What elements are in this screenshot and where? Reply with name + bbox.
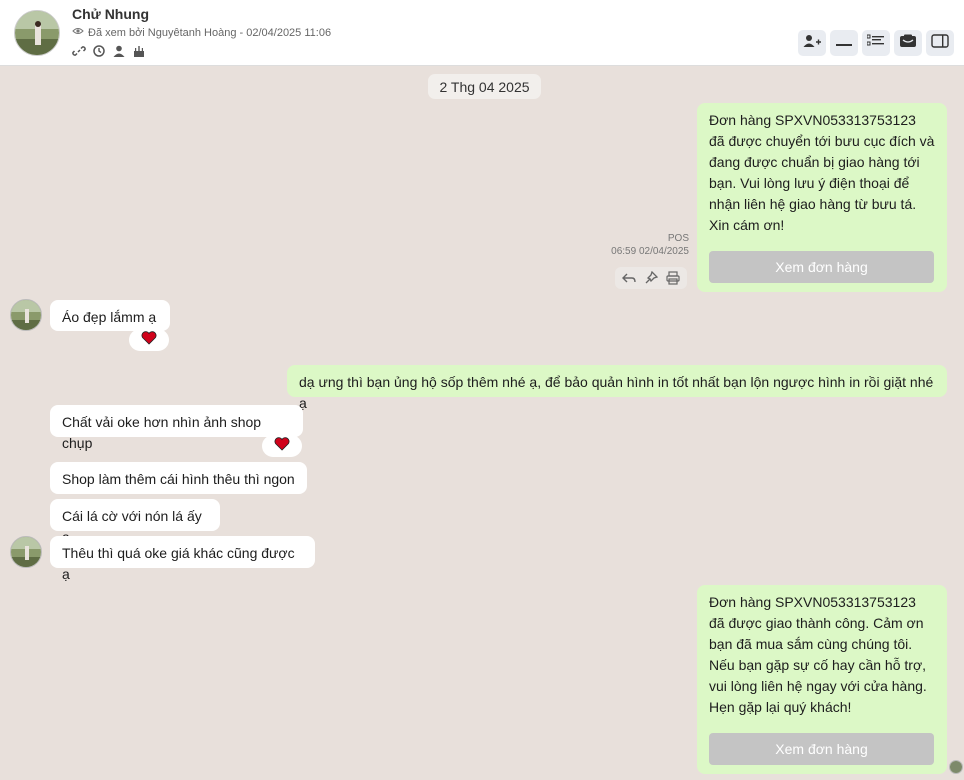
eye-icon xyxy=(72,26,84,39)
view-order-button[interactable]: Xem đơn hàng xyxy=(709,251,934,283)
message-text: Chất vải oke hơn nhìn ảnh shop chụp xyxy=(62,414,262,451)
incoming-message[interactable]: Shop làm thêm cái hình thêu thì ngon xyxy=(50,462,307,494)
header-toolbar xyxy=(798,30,954,56)
message-actions xyxy=(615,267,687,289)
outgoing-message[interactable]: dạ ưng thì bạn ủng hộ sốp thêm nhé ạ, để… xyxy=(287,365,947,411)
minus-icon xyxy=(836,34,852,52)
incoming-message[interactable]: Thêu thì quá oke giá khác cũng được ạ xyxy=(50,536,315,582)
incoming-message[interactable]: Cái lá cờ với nón lá ấy ạ xyxy=(50,499,220,545)
message-text: Thêu thì quá oke giá khác cũng được ạ xyxy=(62,545,295,582)
message-text: Đơn hàng SPXVN053313753123 đã được giao … xyxy=(709,594,927,715)
message-text: dạ ưng thì bạn ủng hộ sốp thêm nhé ạ, để… xyxy=(299,374,934,411)
seen-text: Đã xem bởi Nguyêtanh Hoàng - 02/04/2025 … xyxy=(88,26,332,39)
history-icon[interactable] xyxy=(92,44,106,58)
sender-label: POS xyxy=(667,233,689,244)
contact-quick-icons xyxy=(72,44,146,58)
toggle-sidebar-button[interactable] xyxy=(926,30,954,56)
message-timestamp: 06:59 02/04/2025 xyxy=(611,246,689,257)
list-icon xyxy=(866,34,885,53)
contact-avatar-small[interactable] xyxy=(10,536,42,568)
seen-avatar xyxy=(949,760,963,774)
sidebar-icon xyxy=(931,33,949,53)
folder-button[interactable] xyxy=(894,30,922,56)
incoming-message[interactable]: Chất vải oke hơn nhìn ảnh shop chụp xyxy=(50,405,303,451)
add-user-icon xyxy=(803,34,821,53)
contact-avatar-small[interactable] xyxy=(10,299,42,331)
contact-avatar[interactable] xyxy=(14,10,60,56)
date-separator: 2 Thg 04 2025 xyxy=(428,74,541,99)
message-reaction[interactable] xyxy=(129,329,169,351)
minimize-button[interactable] xyxy=(830,30,858,56)
contact-name: Chử Nhung xyxy=(72,6,150,22)
pin-icon[interactable] xyxy=(642,270,660,286)
message-text: Shop làm thêm cái hình thêu thì ngon xyxy=(62,471,295,487)
cake-icon[interactable] xyxy=(132,44,146,58)
folder-icon xyxy=(899,34,917,53)
user-icon[interactable] xyxy=(112,44,126,58)
print-icon[interactable] xyxy=(664,270,682,286)
seen-status: Đã xem bởi Nguyêtanh Hoàng - 02/04/2025 … xyxy=(72,26,331,39)
message-reaction[interactable] xyxy=(262,435,302,457)
message-meta: POS 06:59 02/04/2025 xyxy=(590,232,689,258)
list-button[interactable] xyxy=(862,30,890,56)
incoming-message[interactable]: Áo đẹp lắmm ạ xyxy=(50,300,170,331)
reply-icon[interactable] xyxy=(620,270,638,286)
heart-icon xyxy=(274,436,290,456)
conversation-header: Chử Nhung Đã xem bởi Nguyêtanh Hoàng - 0… xyxy=(0,0,964,66)
link-icon[interactable] xyxy=(72,44,86,58)
add-user-button[interactable] xyxy=(798,30,826,56)
heart-icon xyxy=(141,330,157,350)
view-order-button[interactable]: Xem đơn hàng xyxy=(709,733,934,765)
message-text: Đơn hàng SPXVN053313753123 đã được chuyể… xyxy=(709,112,935,233)
message-text: Áo đẹp lắmm ạ xyxy=(62,309,157,325)
